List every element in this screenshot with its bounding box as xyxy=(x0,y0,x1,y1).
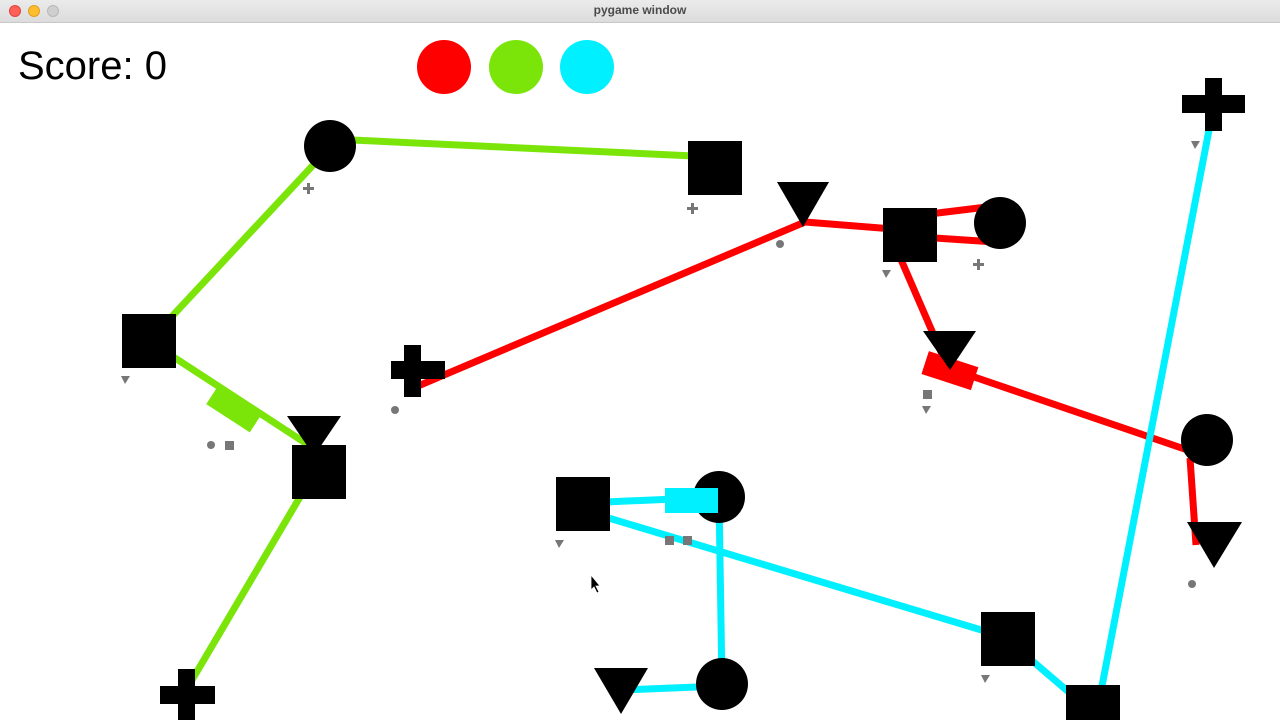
cyan-train xyxy=(665,488,718,513)
mouse-cursor-icon xyxy=(590,573,601,594)
station-cross xyxy=(391,345,445,397)
station-square xyxy=(981,612,1035,666)
cyan-line-selector[interactable] xyxy=(560,40,614,94)
passenger-triangle-icon xyxy=(981,675,990,683)
passenger-triangle-icon xyxy=(882,270,891,278)
score-label: Score: 0 xyxy=(18,44,167,88)
station-square xyxy=(1066,685,1120,720)
station-circle xyxy=(696,658,748,710)
station-square xyxy=(556,477,610,531)
red-line-selector[interactable] xyxy=(417,40,471,94)
passenger-triangle-icon xyxy=(555,540,564,548)
station-cross xyxy=(160,669,215,720)
passenger-circle-icon xyxy=(391,406,399,414)
station-square xyxy=(688,141,742,195)
passenger-square-icon xyxy=(683,536,692,545)
passenger-circle-icon xyxy=(776,240,784,248)
passenger-square-icon xyxy=(225,441,234,450)
passenger-triangle-icon xyxy=(1191,141,1200,149)
green-line-selector[interactable] xyxy=(489,40,543,94)
station-circle xyxy=(974,197,1026,249)
passenger-cross-icon xyxy=(303,183,314,194)
station-square xyxy=(122,314,176,368)
station-cross xyxy=(1182,78,1245,131)
passenger-square-icon xyxy=(923,390,932,399)
passenger-circle-icon xyxy=(1188,580,1196,588)
station-square xyxy=(883,208,937,262)
station-square xyxy=(292,445,346,499)
passenger-triangle-icon xyxy=(121,376,130,384)
cyan-line-route xyxy=(580,103,1218,715)
passenger-triangle-icon xyxy=(922,406,931,414)
station-circle xyxy=(1181,414,1233,466)
station-circle xyxy=(304,120,356,172)
red-line-route xyxy=(416,202,1207,546)
passenger-cross-icon xyxy=(973,259,984,270)
passenger-cross-icon xyxy=(687,203,698,214)
metro-map xyxy=(121,78,1245,720)
passenger-square-icon xyxy=(665,536,674,545)
passenger-circle-icon xyxy=(207,441,215,449)
